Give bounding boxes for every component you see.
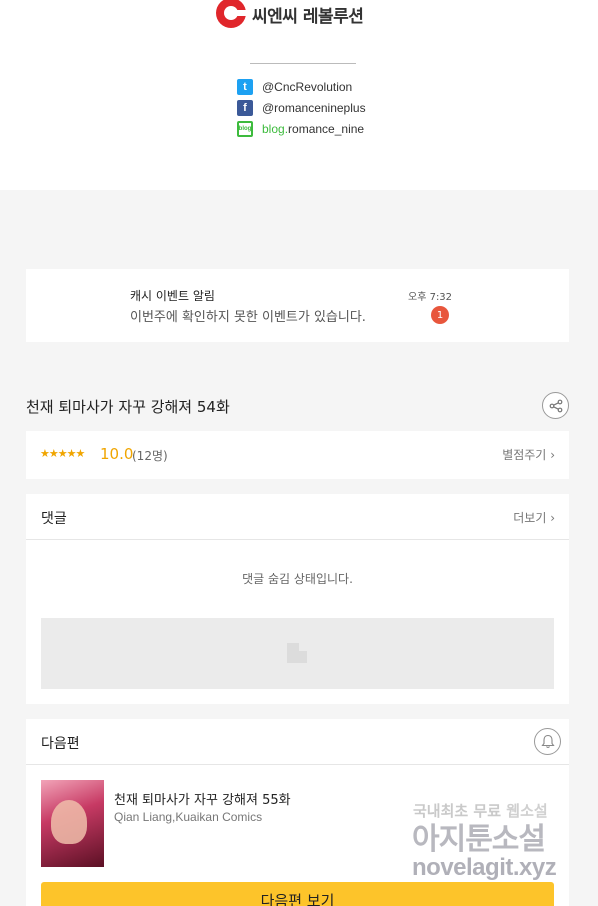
next-episode-thumbnail[interactable] — [41, 780, 104, 867]
brand-logo: 씨엔씨 레볼루션 — [216, 0, 364, 28]
next-episode-button[interactable]: 다음편 보기 — [41, 882, 554, 906]
rate-button[interactable]: 별점주기 › — [502, 446, 555, 463]
comments-header: 댓글 더보기 › — [26, 494, 569, 540]
ad-placeholder[interactable] — [41, 618, 554, 689]
comments-title: 댓글 — [41, 511, 67, 527]
bell-icon — [540, 734, 555, 749]
notification-time: 오후 7:32 — [408, 292, 453, 303]
blog-handle: romance_nine — [288, 122, 365, 136]
brand-logo-icon — [216, 0, 246, 28]
social-blog[interactable]: blog blog. romance_nine — [237, 121, 364, 137]
facebook-icon: f — [237, 100, 253, 116]
share-button[interactable] — [542, 392, 569, 419]
blog-prefix: blog. — [262, 122, 289, 136]
brand-logo-text: 씨엔씨 레볼루션 — [252, 6, 364, 27]
rating-count: (12명) — [132, 449, 168, 463]
comments-hidden-message: 댓글 숨김 상태입니다. — [242, 572, 353, 586]
share-icon — [549, 399, 562, 412]
social-twitter[interactable]: t @CncRevolution — [237, 79, 352, 95]
facebook-handle: @romancenineplus — [262, 101, 366, 115]
rating-card: ★★★★★ 10.0 (12명) 별점주기 › — [26, 431, 569, 479]
episode-title: 천재 퇴마사가 자꾸 강해져 54화 — [26, 398, 230, 416]
notification-card[interactable]: 캐시 이벤트 알림 이번주에 확인하지 못한 이벤트가 있습니다. 오후 7:3… — [26, 269, 569, 342]
notify-button[interactable] — [534, 728, 561, 755]
next-episode-card: 다음편 천재 퇴마사가 자꾸 강해져 55화 Qian Liang,Kuaika… — [26, 719, 569, 906]
social-facebook[interactable]: f @romancenineplus — [237, 100, 366, 116]
next-episode-title[interactable]: 천재 퇴마사가 자꾸 강해져 55화 — [114, 789, 291, 808]
twitter-handle: @CncRevolution — [262, 80, 353, 94]
blog-icon: blog — [237, 121, 253, 137]
chevron-right-icon: › — [550, 448, 555, 462]
more-label: 더보기 — [513, 511, 547, 525]
next-episode-section-title: 다음편 — [41, 736, 80, 752]
comments-card: 댓글 더보기 › 댓글 숨김 상태입니다. — [26, 494, 569, 704]
notification-body: 이번주에 확인하지 못한 이벤트가 있습니다. — [130, 310, 366, 325]
next-episode-authors: Qian Liang,Kuaikan Comics — [114, 810, 263, 824]
top-banner: 씨엔씨 레볼루션 t @CncRevolution f @romancenine… — [0, 0, 598, 190]
image-placeholder-icon — [287, 643, 307, 663]
rate-label: 별점주기 — [502, 448, 547, 462]
next-episode-header: 다음편 — [26, 719, 569, 765]
notification-title: 캐시 이벤트 알림 — [130, 289, 215, 303]
twitter-icon: t — [237, 79, 253, 95]
comments-more-button[interactable]: 더보기 › — [513, 509, 555, 526]
rating-score: 10.0 — [100, 445, 134, 463]
chevron-right-icon: › — [550, 511, 555, 525]
rating-stars: ★★★★★ — [40, 447, 85, 460]
notification-badge: 1 — [431, 306, 449, 324]
divider — [250, 63, 356, 64]
